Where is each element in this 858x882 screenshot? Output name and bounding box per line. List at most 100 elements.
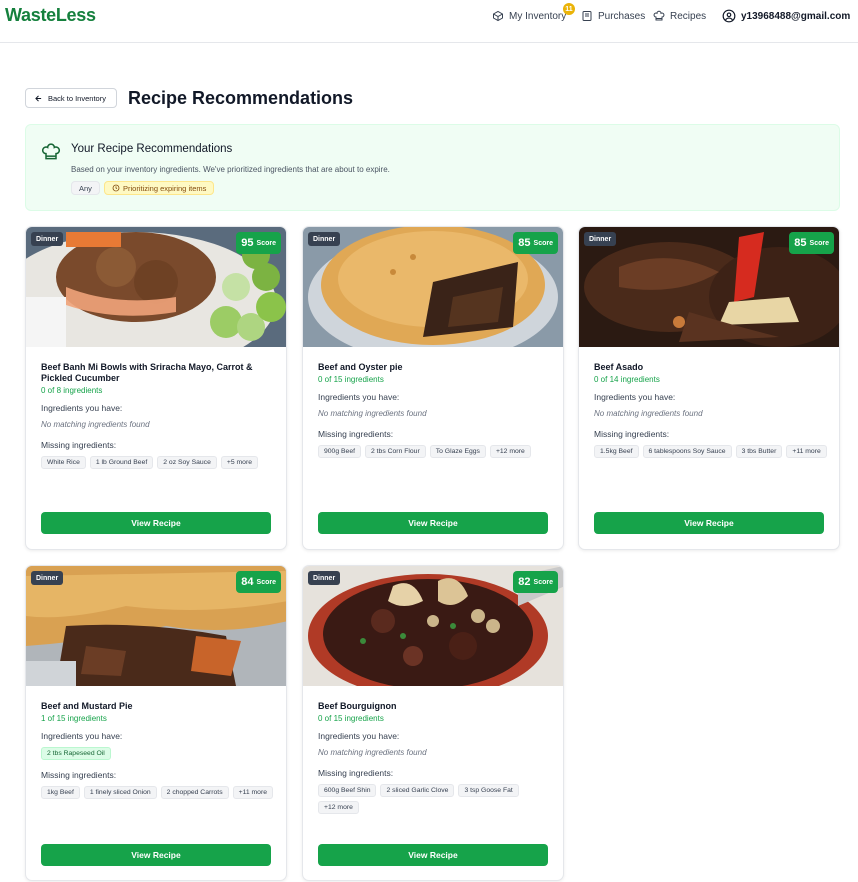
score-label: Score: [809, 239, 829, 247]
missing-ingredient-chip: 3 tsp Goose Fat: [458, 784, 519, 797]
expiring-priority-chip: Prioritizing expiring items: [104, 181, 215, 195]
recipe-title[interactable]: Beef Asado: [594, 362, 826, 373]
ingredient-match-count: 0 of 15 ingredients: [318, 375, 384, 384]
nav-purchases-label: Purchases: [598, 10, 646, 22]
missing-ingredient-chip: 900g Beef: [318, 445, 361, 458]
missing-heading: Missing ingredients:: [318, 768, 394, 778]
missing-ingredient-chip: 1 finely sliced Onion: [83, 786, 157, 799]
missing-ingredient-chip: 1.5kg Beef: [594, 445, 639, 458]
score-badge: 95 Score: [236, 232, 281, 254]
ingredient-match-count: 0 of 8 ingredients: [41, 386, 103, 395]
more-ingredients-chip[interactable]: +12 more: [318, 801, 359, 814]
missing-ingredient-chip: 2 sliced Garlic Clove: [380, 784, 455, 797]
view-recipe-button[interactable]: View Recipe: [318, 512, 548, 534]
banner-title: Your Recipe Recommendations: [71, 143, 233, 155]
recipe-card: Dinner 85 Score Beef Asado 0 of 14 ingre…: [578, 226, 840, 550]
missing-ingredients-list: 900g Beef 2 tbs Corn Flour To Glaze Eggs…: [318, 445, 558, 458]
score-label: Score: [256, 578, 276, 586]
recipe-card: Dinner 85 Score Beef and Oyster pie 0 of…: [302, 226, 564, 550]
recipe-title[interactable]: Beef Banh Mi Bowls with Sriracha Mayo, C…: [41, 362, 273, 384]
nav-purchases[interactable]: Purchases: [581, 0, 645, 32]
recipe-title[interactable]: Beef Bourguignon: [318, 701, 550, 712]
nav-my-inventory[interactable]: My Inventory: [492, 0, 566, 32]
missing-ingredient-chip: 3 tbs Butter: [735, 445, 783, 458]
recipe-details: Beef Asado 0 of 14 ingredients Ingredien…: [594, 362, 827, 458]
missing-heading: Missing ingredients:: [41, 440, 117, 450]
recipe-details: Beef and Oyster pie 0 of 15 ingredients …: [318, 362, 550, 458]
have-heading: Ingredients you have:: [318, 731, 400, 741]
clock-icon: [112, 184, 120, 192]
arrow-left-icon: [35, 95, 42, 101]
missing-ingredient-chip: 600g Beef Shin: [318, 784, 377, 797]
banner-description: Based on your inventory ingredients. We'…: [71, 165, 390, 174]
score-badge: 85 Score: [789, 232, 834, 254]
score-value: 85: [518, 237, 531, 249]
user-menu[interactable]: y13968488@gmail.com: [722, 0, 850, 32]
inventory-count-badge: 11: [563, 3, 575, 15]
recipe-card: Dinner 82 Score Beef Bourguignon 0 of 15…: [302, 565, 564, 881]
missing-ingredient-chip: 1 lb Ground Beef: [89, 456, 154, 469]
category-tag: Dinner: [31, 232, 64, 246]
view-recipe-button[interactable]: View Recipe: [318, 844, 548, 866]
recipe-details: Beef Bourguignon 0 of 15 ingredients Ing…: [318, 701, 550, 814]
chef-hat-icon: [42, 143, 60, 160]
user-circle-icon: [722, 9, 736, 23]
recipe-details: Beef Banh Mi Bowls with Sriracha Mayo, C…: [41, 362, 273, 469]
have-heading: Ingredients you have:: [41, 403, 123, 413]
score-label: Score: [533, 239, 553, 247]
score-badge: 85 Score: [513, 232, 558, 254]
more-ingredients-chip[interactable]: +5 more: [220, 456, 258, 469]
recipe-details: Beef and Mustard Pie 1 of 15 ingredients…: [41, 701, 273, 799]
no-match-text: No matching ingredients found: [318, 748, 427, 757]
view-recipe-button[interactable]: View Recipe: [594, 512, 824, 534]
score-label: Score: [256, 239, 276, 247]
missing-heading: Missing ingredients:: [594, 429, 670, 439]
score-value: 84: [241, 576, 254, 588]
missing-ingredients-list: 1.5kg Beef 6 tablespoons Soy Sauce 3 tbs…: [594, 445, 834, 458]
view-recipe-button[interactable]: View Recipe: [41, 512, 271, 534]
nav-recipes-label: Recipes: [670, 10, 707, 22]
back-to-inventory-button[interactable]: Back to Inventory: [25, 88, 117, 108]
no-match-text: No matching ingredients found: [594, 409, 703, 418]
nav-recipes[interactable]: Recipes: [653, 0, 706, 32]
expiring-chip-label: Prioritizing expiring items: [123, 183, 207, 193]
missing-ingredients-list: 600g Beef Shin 2 sliced Garlic Clove 3 t…: [318, 784, 558, 814]
user-email: y13968488@gmail.com: [741, 10, 851, 22]
box-icon: [493, 10, 503, 22]
score-value: 95: [241, 237, 254, 249]
no-match-text: No matching ingredients found: [318, 409, 427, 418]
recipe-title[interactable]: Beef and Oyster pie: [318, 362, 550, 373]
missing-ingredient-chip: 6 tablespoons Soy Sauce: [642, 445, 732, 458]
recipe-card: Dinner 95 Score Beef Banh Mi Bowls with …: [25, 226, 287, 550]
ingredient-match-count: 0 of 15 ingredients: [318, 714, 384, 723]
chef-hat-icon: [653, 10, 665, 21]
have-heading: Ingredients you have:: [41, 731, 123, 741]
have-ingredient-chip: 2 tbs Rapeseed Oil: [41, 747, 111, 760]
more-ingredients-chip[interactable]: +12 more: [489, 445, 531, 458]
more-ingredients-chip[interactable]: +11 more: [232, 786, 273, 799]
have-heading: Ingredients you have:: [594, 392, 676, 402]
score-badge: 82 Score: [513, 571, 558, 593]
receipt-icon: [582, 11, 592, 21]
category-tag: Dinner: [584, 232, 617, 246]
brand-logo[interactable]: WasteLess: [5, 5, 96, 26]
back-button-label: Back to Inventory: [48, 93, 106, 103]
missing-ingredients-list: White Rice 1 lb Ground Beef 2 oz Soy Sau…: [41, 456, 281, 469]
have-heading: Ingredients you have:: [318, 392, 400, 402]
missing-ingredient-chip: 2 oz Soy Sauce: [157, 456, 217, 469]
recipe-title[interactable]: Beef and Mustard Pie: [41, 701, 273, 712]
top-navbar: WasteLess My Inventory 11 Purchases Reci…: [0, 0, 858, 43]
missing-ingredients-list: 1kg Beef 1 finely sliced Onion 2 chopped…: [41, 786, 281, 799]
missing-ingredient-chip: To Glaze Eggs: [429, 445, 486, 458]
view-recipe-button[interactable]: View Recipe: [41, 844, 271, 866]
more-ingredients-chip[interactable]: +11 more: [786, 445, 827, 458]
score-value: 85: [794, 237, 807, 249]
filter-chip-any[interactable]: Any: [71, 181, 100, 195]
score-value: 82: [518, 576, 531, 588]
no-match-text: No matching ingredients found: [41, 420, 150, 429]
score-badge: 84 Score: [236, 571, 281, 593]
page-title: Recipe Recommendations: [128, 88, 354, 108]
missing-ingredient-chip: 2 tbs Corn Flour: [365, 445, 426, 458]
missing-heading: Missing ingredients:: [318, 429, 394, 439]
recipe-card: Dinner 84 Score Beef and Mustard Pie 1 o…: [25, 565, 287, 881]
